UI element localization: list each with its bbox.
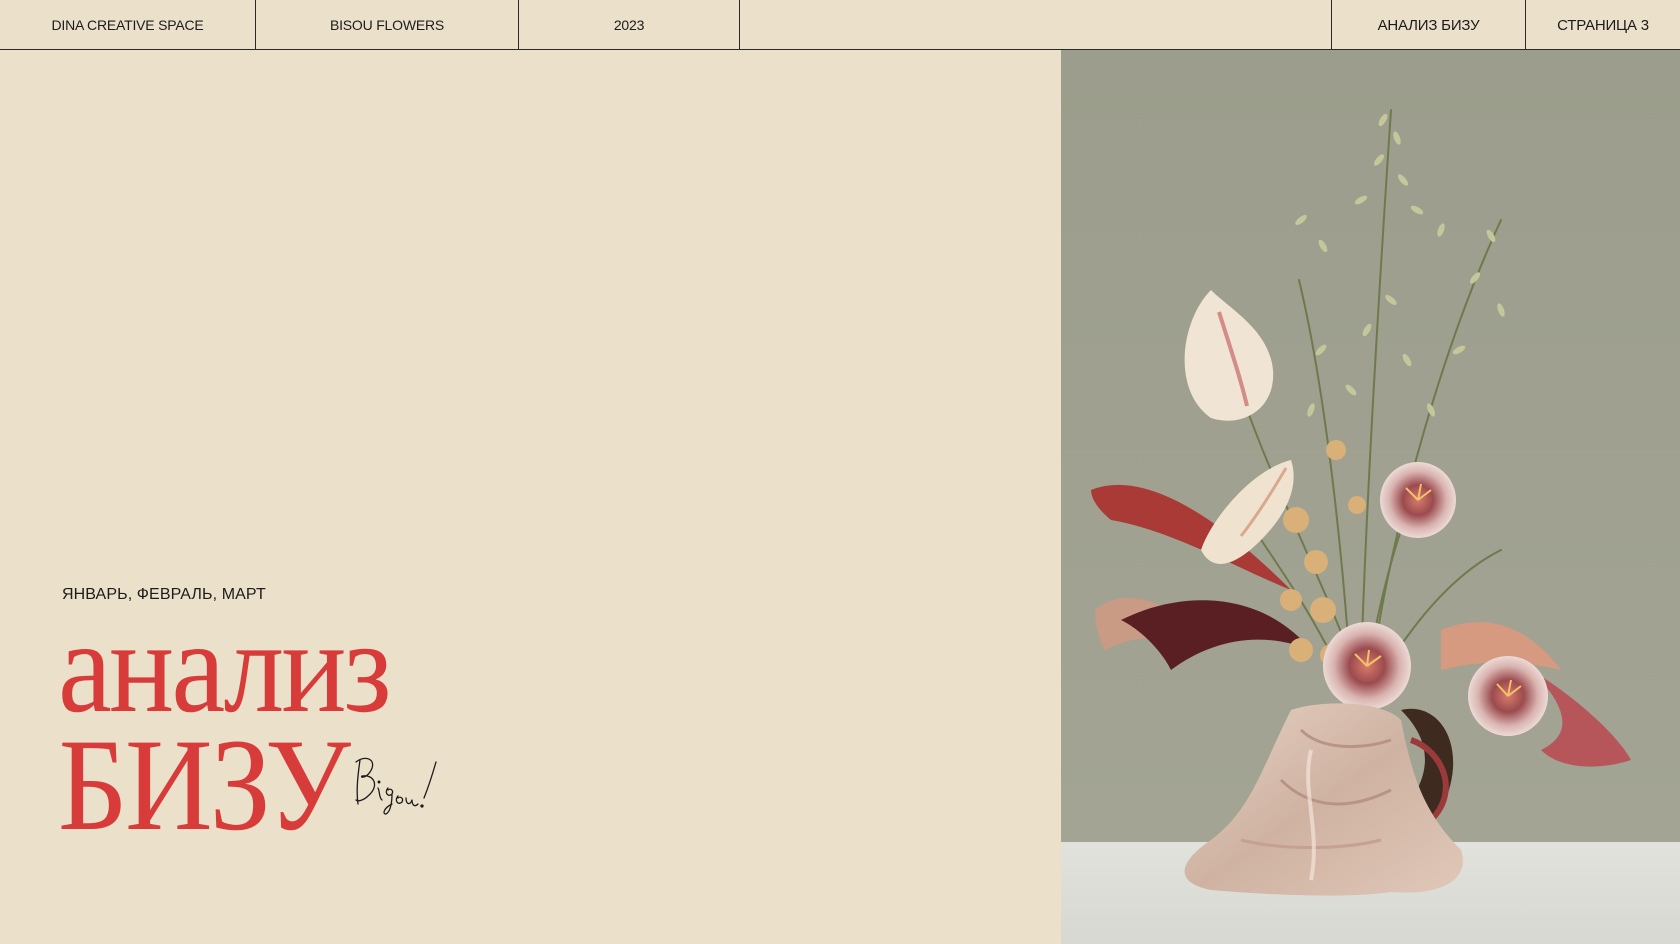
page-title: анализ БИЗУ — [58, 593, 392, 858]
header-spacer — [739, 0, 1331, 50]
title-line-1: анализ — [58, 593, 392, 740]
year-label: 2023 — [518, 0, 739, 50]
title-line-2: БИЗУ — [58, 711, 351, 858]
top-navigation-bar: DINA CREATIVE SPACE BISOU FLOWERS 2023 А… — [0, 0, 1680, 50]
brand-label: DINA CREATIVE SPACE — [51, 17, 204, 33]
flower-arrangement-photo — [1061, 50, 1680, 944]
section-label: АНАЛИЗ БИЗУ — [1331, 0, 1525, 50]
page-number-label: СТРАНИЦА 3 — [1525, 0, 1680, 50]
client-label: BISOU FLOWERS — [255, 0, 518, 50]
bisou-signature-logo — [355, 757, 437, 815]
